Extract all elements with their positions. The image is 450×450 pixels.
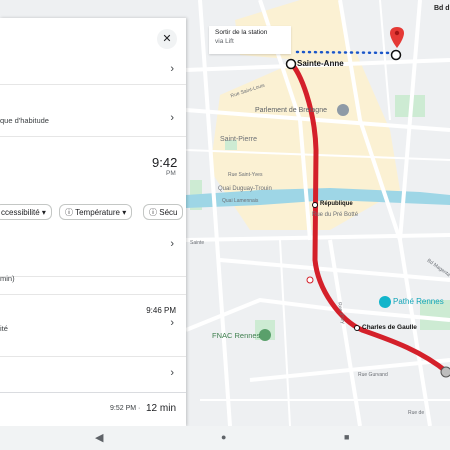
stop-marker-end: [440, 366, 450, 378]
panel-row-1[interactable]: ›: [0, 56, 186, 85]
close-button[interactable]: ✕: [157, 29, 177, 49]
home-icon[interactable]: ●: [221, 432, 226, 442]
chip-accessibility[interactable]: ccessibilité ▾: [0, 204, 52, 220]
chevron-right-icon: ›: [170, 317, 174, 329]
stop-label-charles-de-gaulle: Charles de Gaulle: [362, 324, 417, 331]
label-bd: Bd d: [434, 5, 450, 12]
parlement-icon: [337, 104, 349, 116]
label-quai-lamennais: Quai Lamennais: [222, 198, 259, 204]
label-rue-gurvand: Rue Gurvand: [358, 372, 388, 378]
chip-temperature-label: Température: [75, 208, 120, 217]
chip-security-label: Sécu: [159, 208, 178, 217]
stop-marker-sainte-anne: [285, 58, 297, 70]
system-nav-bar: ◀ ● ■: [0, 426, 450, 450]
departure-time-suffix: PM: [166, 170, 176, 177]
map-callout[interactable]: Sortir de la station via Lift: [209, 26, 291, 54]
departure-time[interactable]: 9:42: [152, 155, 177, 170]
close-icon: ✕: [162, 33, 172, 45]
panel-row-4[interactable]: 9:46 PM ité ›: [0, 294, 186, 357]
stop-label-sainte-anne: Sainte-Anne: [297, 59, 344, 68]
chevron-right-icon: ›: [170, 367, 174, 379]
label-quai-duguay: Quai Duguay-Trouin: [218, 186, 272, 192]
stop-marker-republique: [312, 202, 318, 208]
chip-security[interactable]: ⓘ Sécu: [143, 204, 184, 220]
directions-panel: ✕ › que d'habitude › 9:42 PM ccessibilit…: [0, 18, 186, 426]
chevron-right-icon: ›: [170, 63, 174, 75]
poi-pathe[interactable]: Pathé Rennes: [393, 297, 444, 306]
label-saint-pierre: Saint-Pierre: [220, 136, 257, 143]
panel-row-4-text: ité: [0, 324, 8, 333]
chip-accessibility-label: ccessibilité: [1, 208, 40, 217]
summary-arrival-time: 9:52 PM: [110, 405, 137, 412]
summary-bar[interactable]: 9:52 PM · 12 min: [0, 392, 186, 426]
route-duration-text: min): [0, 274, 15, 283]
help-circle-icon: ⓘ: [149, 208, 157, 217]
summary-separator: ·: [138, 405, 141, 412]
chevron-right-icon: ›: [170, 238, 174, 250]
summary-duration: 12 min: [146, 403, 177, 414]
label-rue-de: Rue de: [408, 410, 425, 416]
label-parlement: Parlement de Bretagne: [255, 107, 327, 114]
panel-row-3[interactable]: ›: [0, 238, 186, 277]
poi-fnac[interactable]: FNAC Rennes: [212, 331, 260, 340]
fnac-icon: [259, 329, 271, 341]
label-rue-pre-botte: Rue du Pré Botté: [312, 212, 359, 218]
chevron-right-icon: ›: [170, 112, 174, 124]
panel-row-2-text: que d'habitude: [0, 116, 49, 125]
help-circle-icon: ⓘ: [65, 208, 73, 217]
dropdown-arrow-icon: ▾: [41, 208, 46, 217]
callout-title: Sortir de la station: [215, 29, 268, 36]
label-sainte: Sainte: [190, 240, 205, 246]
label-rue-saint-yves: Rue Saint-Yves: [228, 172, 263, 178]
dropdown-arrow-icon: ▾: [122, 208, 127, 217]
panel-row-5[interactable]: ›: [0, 356, 186, 393]
recents-icon[interactable]: ■: [344, 432, 349, 442]
back-icon[interactable]: ◀: [95, 431, 103, 444]
panel-row-2[interactable]: que d'habitude ›: [0, 84, 186, 137]
destination-marker: [390, 49, 402, 61]
route-node: [306, 276, 314, 284]
callout-subtitle: via Lift: [215, 38, 234, 45]
destination-pin-icon: [390, 27, 404, 48]
stop-marker-charles-de-gaulle: [354, 325, 360, 331]
filter-chips: ccessibilité ▾ ⓘ Température ▾ ⓘ Sécu: [0, 204, 186, 222]
chip-temperature[interactable]: ⓘ Température ▾: [59, 204, 133, 220]
arrival-time: 9:46 PM: [146, 306, 176, 315]
pathe-icon: [379, 296, 391, 308]
stop-label-republique: République: [320, 201, 353, 207]
